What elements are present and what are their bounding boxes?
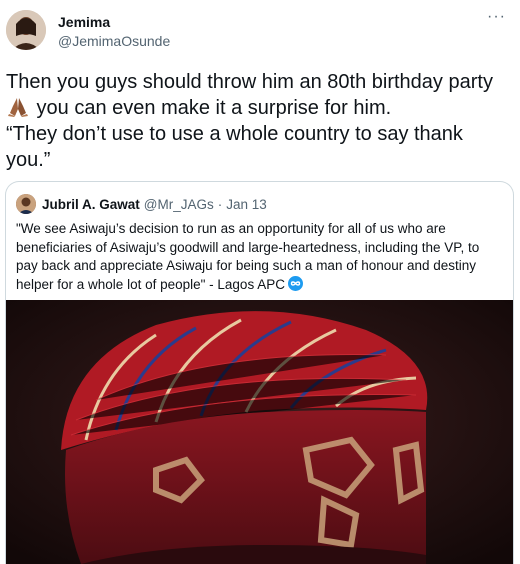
author-block: Jemima @JemimaOsunde xyxy=(58,14,170,50)
author-name[interactable]: Jemima xyxy=(58,14,170,31)
quoted-tweet-text: "We see Asiwaju’s decision to run as an … xyxy=(16,220,504,294)
quoted-date[interactable]: Jan 13 xyxy=(226,197,267,212)
quoted-separator: · xyxy=(217,196,223,212)
folded-hands-icon xyxy=(8,98,28,117)
tweet-text-quote-line: “They don’t use to use a whole country t… xyxy=(6,123,463,171)
more-options-icon[interactable]: ··· xyxy=(487,9,506,25)
quoted-author-avatar[interactable] xyxy=(16,194,36,214)
quoted-media-image[interactable] xyxy=(6,300,513,564)
infinity-icon xyxy=(287,275,303,291)
quoted-tweet-body: "We see Asiwaju’s decision to run as an … xyxy=(16,221,480,292)
author-avatar[interactable] xyxy=(6,10,46,50)
quoted-author-name[interactable]: Jubril A. Gawat xyxy=(42,197,140,212)
tweet-text-line1: Then you guys should throw him an 80th b… xyxy=(6,71,493,93)
quoted-author-handle[interactable]: @Mr_JAGs xyxy=(144,197,214,212)
author-handle[interactable]: @JemimaOsunde xyxy=(58,32,170,50)
tweet-text: Then you guys should throw him an 80th b… xyxy=(6,69,511,173)
quoted-tweet[interactable]: Jubril A. Gawat @Mr_JAGs · Jan 13 "We se… xyxy=(5,181,514,564)
tweet-text-line2: you can even make it a surprise for him. xyxy=(31,97,392,119)
quoted-tweet-header: Jubril A. Gawat @Mr_JAGs · Jan 13 xyxy=(16,194,267,214)
